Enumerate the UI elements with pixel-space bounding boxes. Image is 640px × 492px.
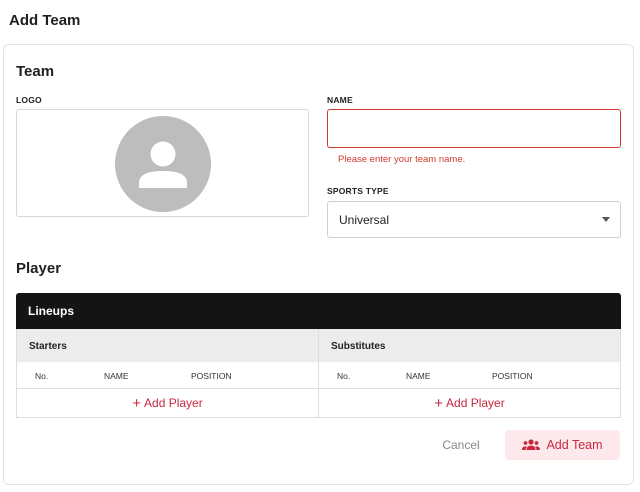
substitutes-col-no: No. xyxy=(337,371,351,381)
logo-label: LOGO xyxy=(16,95,42,105)
plus-icon: + xyxy=(434,394,444,412)
name-label: NAME xyxy=(327,95,353,105)
substitutes-col-name: NAME xyxy=(406,371,431,381)
team-name-input[interactable] xyxy=(327,109,621,148)
starters-col-name: NAME xyxy=(104,371,129,381)
starters-col-no: No. xyxy=(35,371,49,381)
add-starter-button[interactable]: + Add Player xyxy=(17,389,318,417)
starters-title: Starters xyxy=(29,341,67,352)
add-team-label: Add Team xyxy=(546,438,603,452)
cancel-button[interactable]: Cancel xyxy=(432,430,490,460)
starters-column: Starters No. NAME POSITION + Add Player xyxy=(17,329,319,417)
sports-type-value: Universal xyxy=(339,213,390,227)
add-team-button[interactable]: Add Team xyxy=(505,430,620,460)
sports-type-select[interactable]: Universal xyxy=(327,201,621,238)
substitutes-column: Substitutes No. NAME POSITION + Add Play… xyxy=(319,329,620,417)
plus-icon: + xyxy=(132,394,142,412)
lineups-header: Lineups xyxy=(16,293,621,329)
substitutes-title: Substitutes xyxy=(331,341,386,352)
starters-header: Starters xyxy=(17,329,318,362)
player-section-title: Player xyxy=(16,260,62,277)
add-substitute-label: Add Player xyxy=(446,396,505,410)
add-starter-label: Add Player xyxy=(144,396,203,410)
logo-upload[interactable] xyxy=(16,109,309,217)
avatar-placeholder-icon xyxy=(115,116,211,212)
caret-down-icon xyxy=(602,217,610,222)
team-section-title: Team xyxy=(16,63,55,80)
substitutes-column-headers: No. NAME POSITION xyxy=(319,362,620,389)
name-error-message: Please enter your team name. xyxy=(338,154,466,165)
add-substitute-button[interactable]: + Add Player xyxy=(319,389,620,417)
starters-column-headers: No. NAME POSITION xyxy=(17,362,318,389)
sports-type-label: SPORTS TYPE xyxy=(327,186,389,196)
lineups-title: Lineups xyxy=(28,304,75,318)
group-add-icon xyxy=(522,439,541,450)
page-title: Add Team xyxy=(9,12,81,29)
add-team-card: Team LOGO NAME Please enter your team na… xyxy=(3,44,634,485)
substitutes-col-position: POSITION xyxy=(492,371,533,381)
lineups-table: Starters No. NAME POSITION + Add Player … xyxy=(16,329,621,418)
starters-col-position: POSITION xyxy=(191,371,232,381)
substitutes-header: Substitutes xyxy=(319,329,620,362)
